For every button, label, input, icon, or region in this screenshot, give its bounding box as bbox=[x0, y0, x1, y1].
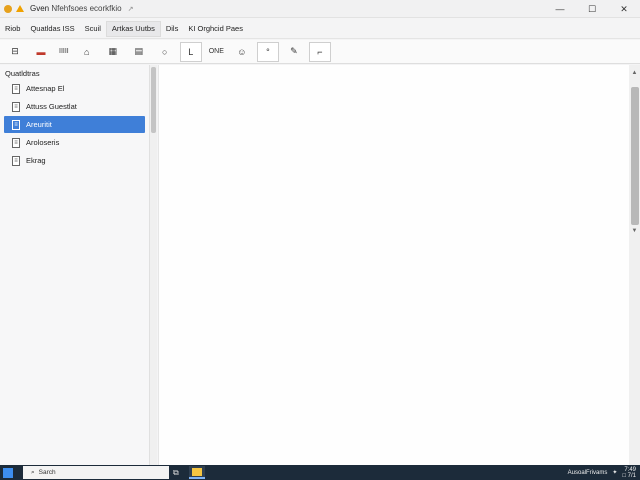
sidebar-item-label: Attesnap El bbox=[26, 84, 65, 93]
document-icon[interactable]: ▤ bbox=[128, 42, 150, 62]
clock-date: □ 7/1 bbox=[622, 472, 636, 479]
grid-icon[interactable]: ▦ bbox=[102, 42, 124, 62]
menu-item-1[interactable]: Riob bbox=[0, 21, 25, 37]
pen-icon[interactable]: ✎ bbox=[283, 42, 305, 62]
start-button[interactable] bbox=[3, 467, 13, 478]
tray-icon[interactable]: ✦ bbox=[612, 469, 617, 476]
taskbar-search[interactable]: ⌕ Sarch bbox=[23, 466, 169, 479]
file-icon: ≡ bbox=[12, 155, 20, 166]
sidebar-item-4[interactable]: ≡ Aroloseris bbox=[4, 134, 145, 151]
sidebar-item-label: Areuritit bbox=[26, 120, 52, 129]
scroll-up-icon[interactable]: ▲ bbox=[629, 67, 640, 79]
sidebar-heading: Quatldtras bbox=[5, 69, 40, 78]
file-icon: ≡ bbox=[12, 137, 20, 148]
sidebar: Quatldtras ≡ Attesnap El ≡ Attuss Guestl… bbox=[0, 65, 150, 465]
menu-item-2[interactable]: Quatldas ISS bbox=[25, 21, 79, 37]
window-controls: — ☐ ✕ bbox=[544, 0, 640, 18]
menu-bar: Riob Quatldas ISS Scuil Artkas Uutbs Dil… bbox=[0, 19, 640, 39]
one-button[interactable]: ONE bbox=[206, 42, 227, 62]
sidebar-item-label: Aroloseris bbox=[26, 138, 60, 147]
close-button[interactable]: ✕ bbox=[608, 0, 640, 18]
search-placeholder: Sarch bbox=[38, 469, 56, 476]
window-title: Gven Nfehfsoes ecorkfkio bbox=[30, 4, 122, 13]
sidebar-item-5[interactable]: ≡ Ekrag bbox=[4, 152, 145, 169]
pin-icon[interactable]: ↗ bbox=[128, 5, 134, 13]
file-icon: ≡ bbox=[12, 83, 20, 94]
main-scroll-thumb[interactable] bbox=[631, 87, 639, 225]
hint-icon[interactable]: ° bbox=[256, 41, 279, 62]
sidebar-item-3[interactable]: ≡ Areuritit bbox=[4, 116, 145, 133]
circle-icon[interactable]: ○ bbox=[154, 42, 176, 62]
menu-item-4[interactable]: Artkas Uutbs bbox=[105, 20, 161, 37]
folder-icon bbox=[192, 467, 202, 476]
app-icon bbox=[4, 4, 12, 13]
red-bar-icon[interactable]: ▬ bbox=[30, 42, 52, 62]
curve-icon[interactable]: ⌐ bbox=[308, 41, 331, 62]
home-icon[interactable]: ⌂ bbox=[76, 42, 98, 62]
window-title-main: Gven bbox=[30, 4, 50, 13]
warning-icon bbox=[16, 5, 24, 12]
file-icon: ≡ bbox=[12, 101, 20, 112]
menu-item-6[interactable]: KI Orghcid Paes bbox=[183, 21, 248, 37]
taskbar: ⌕ Sarch ⧉ AusoalFrivams ✦ 7:49 □ 7/1 bbox=[0, 465, 640, 480]
window-title-rest: Nfehfsoes ecorkfkio bbox=[51, 4, 122, 13]
smiley-icon[interactable]: ☺ bbox=[231, 42, 253, 62]
search-icon: ⌕ bbox=[31, 468, 35, 476]
sidebar-item-label: Attuss Guestlat bbox=[26, 102, 77, 111]
file-icon: ≡ bbox=[12, 119, 20, 130]
sidebar-scrollbar[interactable] bbox=[150, 65, 157, 465]
tray-text: AusoalFrivams bbox=[567, 469, 608, 476]
text-tool-button[interactable]: IIIII bbox=[56, 42, 72, 62]
sidebar-item-1[interactable]: ≡ Attesnap El bbox=[4, 80, 145, 97]
letter-l-icon[interactable]: L bbox=[179, 41, 202, 62]
taskbar-clock[interactable]: 7:49 □ 7/1 bbox=[622, 467, 636, 479]
sidebar-item-2[interactable]: ≡ Attuss Guestlat bbox=[4, 98, 145, 115]
scroll-down-icon[interactable]: ▼ bbox=[629, 225, 640, 237]
taskbar-file-explorer[interactable] bbox=[189, 466, 205, 479]
sidebar-item-label: Ekrag bbox=[26, 156, 46, 165]
sidebar-scroll-thumb[interactable] bbox=[151, 67, 156, 133]
task-view-icon[interactable]: ⧉ bbox=[173, 468, 185, 478]
maximize-button[interactable]: ☐ bbox=[576, 0, 608, 18]
menu-item-5[interactable]: Dils bbox=[161, 21, 184, 37]
book-icon[interactable]: ⊟ bbox=[4, 42, 26, 62]
system-tray: AusoalFrivams ✦ 7:49 □ 7/1 bbox=[568, 465, 636, 480]
minimize-button[interactable]: — bbox=[544, 0, 576, 18]
menu-item-3[interactable]: Scuil bbox=[80, 21, 106, 37]
title-bar: Gven Nfehfsoes ecorkfkio ↗ — ☐ ✕ bbox=[0, 0, 640, 18]
main-content-area[interactable] bbox=[158, 65, 629, 465]
main-scrollbar[interactable]: ▲ ▼ bbox=[629, 65, 640, 465]
toolbar: ⊟ ▬ IIIII ⌂ ▦ ▤ ○ L ONE ☺ ° ✎ ⌐ bbox=[0, 40, 640, 64]
